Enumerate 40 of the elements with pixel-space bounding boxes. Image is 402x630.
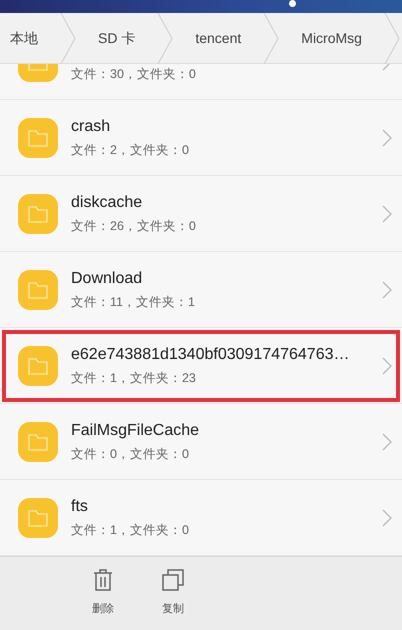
folder-icon — [18, 118, 58, 158]
breadcrumb-separator-icon — [157, 13, 174, 64]
folder-info: 文件：1，文件夹：23 — [71, 370, 197, 386]
breadcrumb-item[interactable]: SD 卡 — [76, 13, 158, 63]
chevron-right-icon — [382, 204, 392, 222]
folder-info: 文件：30，文件夹：0 — [71, 66, 197, 82]
folder-row[interactable]: 文件：30，文件夹：0 — [0, 64, 402, 100]
folder-row[interactable]: e62e743881d1340bf0309174764763… 文件：1，文件夹：23 — [0, 328, 402, 404]
breadcrumb-item[interactable]: 本地 — [0, 13, 60, 63]
notification-dot-icon — [289, 0, 296, 7]
folder-icon — [18, 498, 58, 538]
chevron-right-icon — [382, 356, 392, 374]
folder-name: diskcache — [71, 192, 144, 212]
folder-icon — [18, 346, 58, 386]
chevron-right-icon — [382, 508, 392, 526]
folder-name: crash — [71, 116, 112, 136]
trash-icon — [93, 569, 113, 592]
copy-button[interactable]: 复制 — [148, 557, 198, 630]
folder-name: Download — [71, 268, 144, 288]
delete-button[interactable]: 删除 — [78, 557, 128, 630]
folder-info: 文件：1，文件夹：0 — [71, 522, 190, 538]
folder-info: 文件：0，文件夹：0 — [71, 446, 190, 462]
breadcrumb-separator-icon — [60, 13, 76, 64]
breadcrumb-separator-icon — [263, 13, 280, 64]
folder-info: 文件：11，文件夹：1 — [71, 294, 196, 310]
folder-icon — [18, 422, 58, 462]
copy-icon — [162, 569, 184, 592]
folder-info: 文件：2，文件夹：0 — [71, 142, 190, 158]
folder-info: 文件：26，文件夹：0 — [71, 218, 197, 234]
chevron-right-icon — [382, 432, 392, 450]
chevron-right-icon — [382, 280, 392, 298]
folder-name: FailMsgFileCache — [71, 420, 200, 440]
folder-icon — [18, 270, 58, 310]
breadcrumb-item[interactable]: MicroMsg — [279, 13, 384, 63]
folder-name: e62e743881d1340bf0309174764763… — [71, 344, 350, 364]
folder-icon — [18, 194, 58, 234]
folder-name: fts — [71, 496, 89, 516]
breadcrumb-separator-icon — [384, 13, 400, 64]
chevron-right-icon — [382, 128, 392, 146]
breadcrumb-item[interactable]: tencent — [173, 13, 264, 63]
